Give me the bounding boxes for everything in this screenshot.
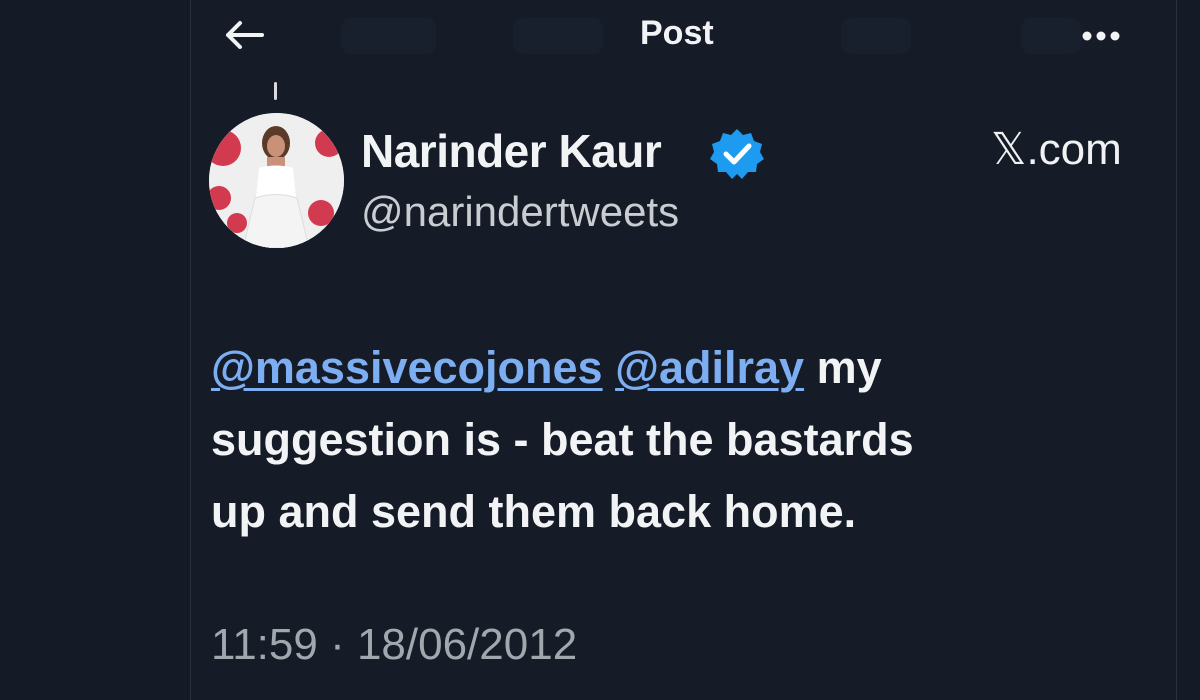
page: Post Narinder Kaur @narindertweets 𝕏.com… xyxy=(0,0,1200,700)
source-watermark: 𝕏.com xyxy=(991,125,1122,174)
tweet-text-part: my xyxy=(804,342,882,393)
mention-link[interactable]: @massivecojones xyxy=(211,342,603,393)
post-header: Post xyxy=(191,0,1176,75)
blurred-icon xyxy=(341,18,436,54)
author-handle[interactable]: @narindertweets xyxy=(361,188,679,236)
page-title: Post xyxy=(640,14,714,52)
tweet-text: @massivecojones @adilray my suggestion i… xyxy=(211,332,1151,548)
author-name[interactable]: Narinder Kaur xyxy=(361,124,662,178)
more-button[interactable] xyxy=(1071,16,1131,56)
arrow-left-icon xyxy=(226,21,264,49)
avatar[interactable] xyxy=(209,113,344,248)
blurred-icon xyxy=(513,18,603,54)
mention-link[interactable]: @adilray xyxy=(615,342,804,393)
tweet-text-part: suggestion is - beat the bastards xyxy=(211,414,914,465)
user-avatar xyxy=(209,113,344,248)
post-timestamp[interactable]: 11:59 · 18/06/2012 xyxy=(211,620,577,670)
verified-badge-icon xyxy=(710,129,764,179)
post-column: Post Narinder Kaur @narindertweets 𝕏.com… xyxy=(190,0,1177,700)
back-button[interactable] xyxy=(221,12,267,58)
blurred-icon xyxy=(841,18,911,54)
more-horizontal-icon xyxy=(1082,31,1120,41)
thread-line xyxy=(274,82,277,100)
tweet-text-part: up and send them back home. xyxy=(211,486,857,537)
